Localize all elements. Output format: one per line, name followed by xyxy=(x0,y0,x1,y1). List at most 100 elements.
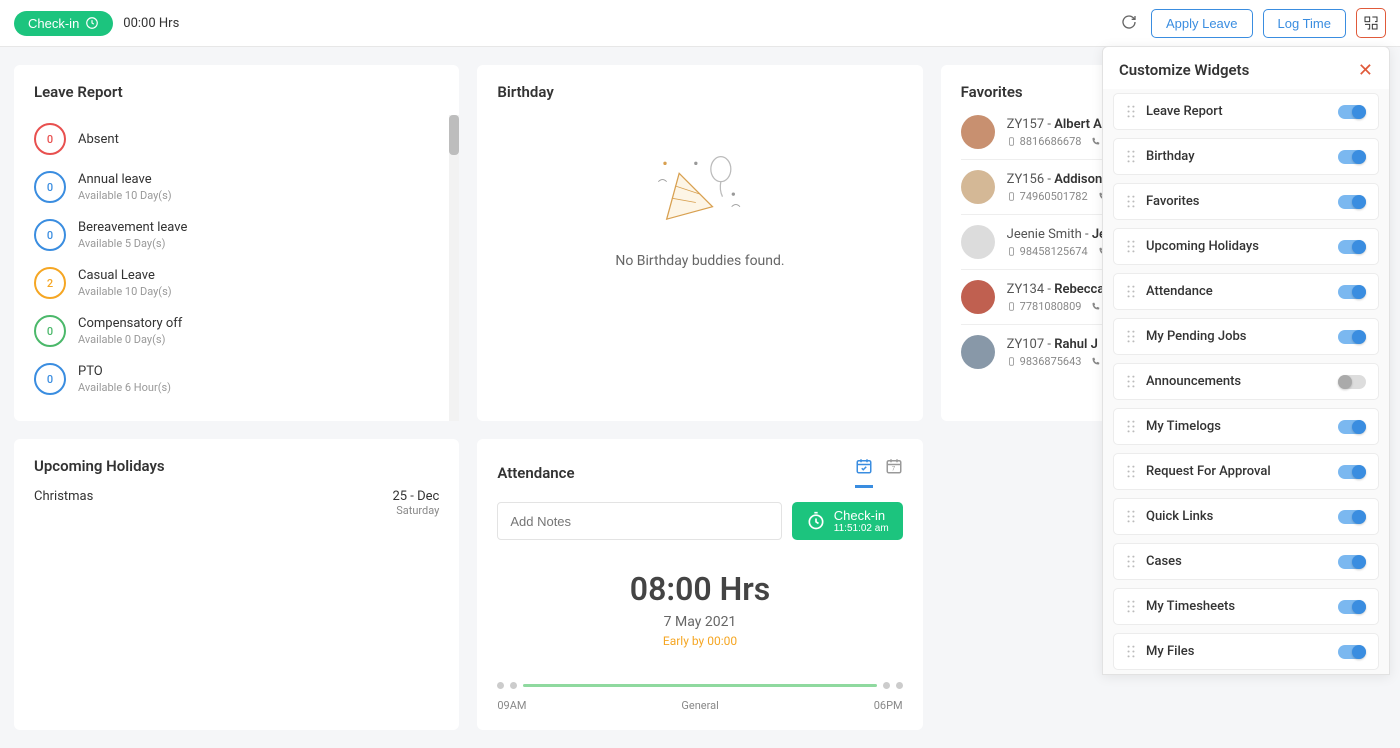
widget-toggle[interactable] xyxy=(1338,195,1366,209)
attendance-early: Early by 00:00 xyxy=(497,634,902,648)
leave-count-circle: 0 xyxy=(34,171,66,203)
leave-item[interactable]: 0 Bereavement leave Available 5 Day(s) xyxy=(34,211,425,259)
leave-name: Casual Leave xyxy=(78,268,172,283)
leave-text: Absent xyxy=(78,132,119,147)
leave-item[interactable]: 0 PTO Available 6 Hour(s) xyxy=(34,355,425,403)
attendance-tab-day[interactable] xyxy=(855,457,873,488)
checkin-time: 11:51:02 am xyxy=(834,523,889,534)
drag-handle-icon[interactable] xyxy=(1126,465,1136,478)
drag-handle-icon[interactable] xyxy=(1126,105,1136,118)
widget-row: Cases xyxy=(1113,543,1379,580)
add-notes-input[interactable] xyxy=(497,502,781,540)
drag-handle-icon[interactable] xyxy=(1126,240,1136,253)
timeline-dot xyxy=(510,682,517,689)
widget-toggle[interactable] xyxy=(1338,465,1366,479)
timeline-dot xyxy=(883,682,890,689)
hours-text: 00:00 Hrs xyxy=(123,16,179,31)
leave-item[interactable]: 2 Casual Leave Available 10 Day(s) xyxy=(34,259,425,307)
widget-row: Quick Links xyxy=(1113,498,1379,535)
attendance-title: Attendance xyxy=(497,464,574,482)
widget-left: My Timesheets xyxy=(1126,599,1235,614)
calendar-check-icon xyxy=(855,457,873,475)
drag-handle-icon[interactable] xyxy=(1126,510,1136,523)
mobile-icon xyxy=(1007,247,1016,256)
leave-text: Annual leave Available 10 Day(s) xyxy=(78,172,172,202)
widget-row: Favorites xyxy=(1113,183,1379,220)
leave-text: Bereavement leave Available 5 Day(s) xyxy=(78,220,187,250)
widget-left: My Pending Jobs xyxy=(1126,329,1246,344)
widget-label: My Pending Jobs xyxy=(1146,329,1246,344)
drag-handle-icon[interactable] xyxy=(1126,600,1136,613)
checkin-main: Check-in xyxy=(834,508,889,523)
holiday-date-main: 25 - Dec xyxy=(392,489,439,504)
leave-text: Compensatory off Available 0 Day(s) xyxy=(78,316,182,346)
drag-handle-icon[interactable] xyxy=(1126,555,1136,568)
drag-handle-icon[interactable] xyxy=(1126,150,1136,163)
holiday-date: 25 - Dec Saturday xyxy=(392,489,439,517)
widget-row: Announcements xyxy=(1113,363,1379,400)
widget-label: My Timelogs xyxy=(1146,419,1221,434)
checkin-button[interactable]: Check-in xyxy=(14,11,113,36)
holidays-card: Upcoming Holidays Christmas 25 - Dec Sat… xyxy=(14,439,459,730)
attendance-body: Check-in 11:51:02 am 08:00 Hrs 7 May 202… xyxy=(477,502,922,730)
mobile-icon xyxy=(1007,302,1016,311)
leave-item[interactable]: 0 Compensatory off Available 0 Day(s) xyxy=(34,307,425,355)
attendance-checkin-button[interactable]: Check-in 11:51:02 am xyxy=(792,502,903,540)
attendance-header: Attendance 7 xyxy=(477,439,922,502)
widget-toggle[interactable] xyxy=(1338,600,1366,614)
phone-icon xyxy=(1091,302,1100,311)
drag-handle-icon[interactable] xyxy=(1126,195,1136,208)
customize-widgets-button[interactable] xyxy=(1356,8,1386,38)
widget-toggle[interactable] xyxy=(1338,645,1366,659)
widget-row: Leave Report xyxy=(1113,93,1379,130)
apply-leave-button[interactable]: Apply Leave xyxy=(1151,9,1253,38)
refresh-button[interactable] xyxy=(1117,10,1141,37)
drag-handle-icon[interactable] xyxy=(1126,645,1136,658)
attendance-tab-week[interactable]: 7 xyxy=(885,457,903,488)
widget-label: Leave Report xyxy=(1146,104,1223,119)
leave-item[interactable]: 0 Absent xyxy=(34,115,425,163)
widget-toggle[interactable] xyxy=(1338,510,1366,524)
scrollbar[interactable] xyxy=(449,115,459,421)
widget-toggle[interactable] xyxy=(1338,375,1366,389)
drag-handle-icon[interactable] xyxy=(1126,375,1136,388)
drag-handle-icon[interactable] xyxy=(1126,420,1136,433)
panel-title: Customize Widgets xyxy=(1119,61,1249,79)
leave-text: PTO Available 6 Hour(s) xyxy=(78,364,171,394)
avatar xyxy=(961,115,995,149)
attendance-labels: 09AM General 06PM xyxy=(497,699,902,712)
panel-body: Leave Report Birthday Favorites Upcoming… xyxy=(1103,89,1389,675)
widget-toggle[interactable] xyxy=(1338,555,1366,569)
favorite-phone: 74960501782 xyxy=(1020,190,1088,203)
holiday-date-day: Saturday xyxy=(392,504,439,517)
widget-row: Birthday xyxy=(1113,138,1379,175)
leave-name: Absent xyxy=(78,132,119,147)
widget-label: Announcements xyxy=(1146,374,1241,389)
leave-item[interactable]: 0 Annual leave Available 10 Day(s) xyxy=(34,163,425,211)
widget-toggle[interactable] xyxy=(1338,240,1366,254)
widget-left: Favorites xyxy=(1126,194,1199,209)
widget-toggle[interactable] xyxy=(1338,150,1366,164)
leave-report-card: Leave Report 0 Absent 0 Annual leave Ava… xyxy=(14,65,459,421)
topbar-left: Check-in 00:00 Hrs xyxy=(14,11,179,36)
leave-count-circle: 2 xyxy=(34,267,66,299)
topbar-right: Apply Leave Log Time xyxy=(1117,8,1386,38)
mobile-icon xyxy=(1007,137,1016,146)
attendance-tabs: 7 xyxy=(855,457,903,488)
attendance-end: 06PM xyxy=(874,699,903,712)
widget-row: Upcoming Holidays xyxy=(1113,228,1379,265)
drag-handle-icon[interactable] xyxy=(1126,285,1136,298)
widget-left: Attendance xyxy=(1126,284,1213,299)
widget-toggle[interactable] xyxy=(1338,285,1366,299)
widget-toggle[interactable] xyxy=(1338,330,1366,344)
widget-left: Cases xyxy=(1126,554,1182,569)
attendance-date: 7 May 2021 xyxy=(497,614,902,630)
widget-toggle[interactable] xyxy=(1338,420,1366,434)
leave-name: Compensatory off xyxy=(78,316,182,331)
attendance-input-row: Check-in 11:51:02 am xyxy=(497,502,902,540)
widget-left: Upcoming Holidays xyxy=(1126,239,1259,254)
drag-handle-icon[interactable] xyxy=(1126,330,1136,343)
log-time-button[interactable]: Log Time xyxy=(1263,9,1346,38)
panel-close-button[interactable]: ✕ xyxy=(1358,61,1373,79)
widget-toggle[interactable] xyxy=(1338,105,1366,119)
